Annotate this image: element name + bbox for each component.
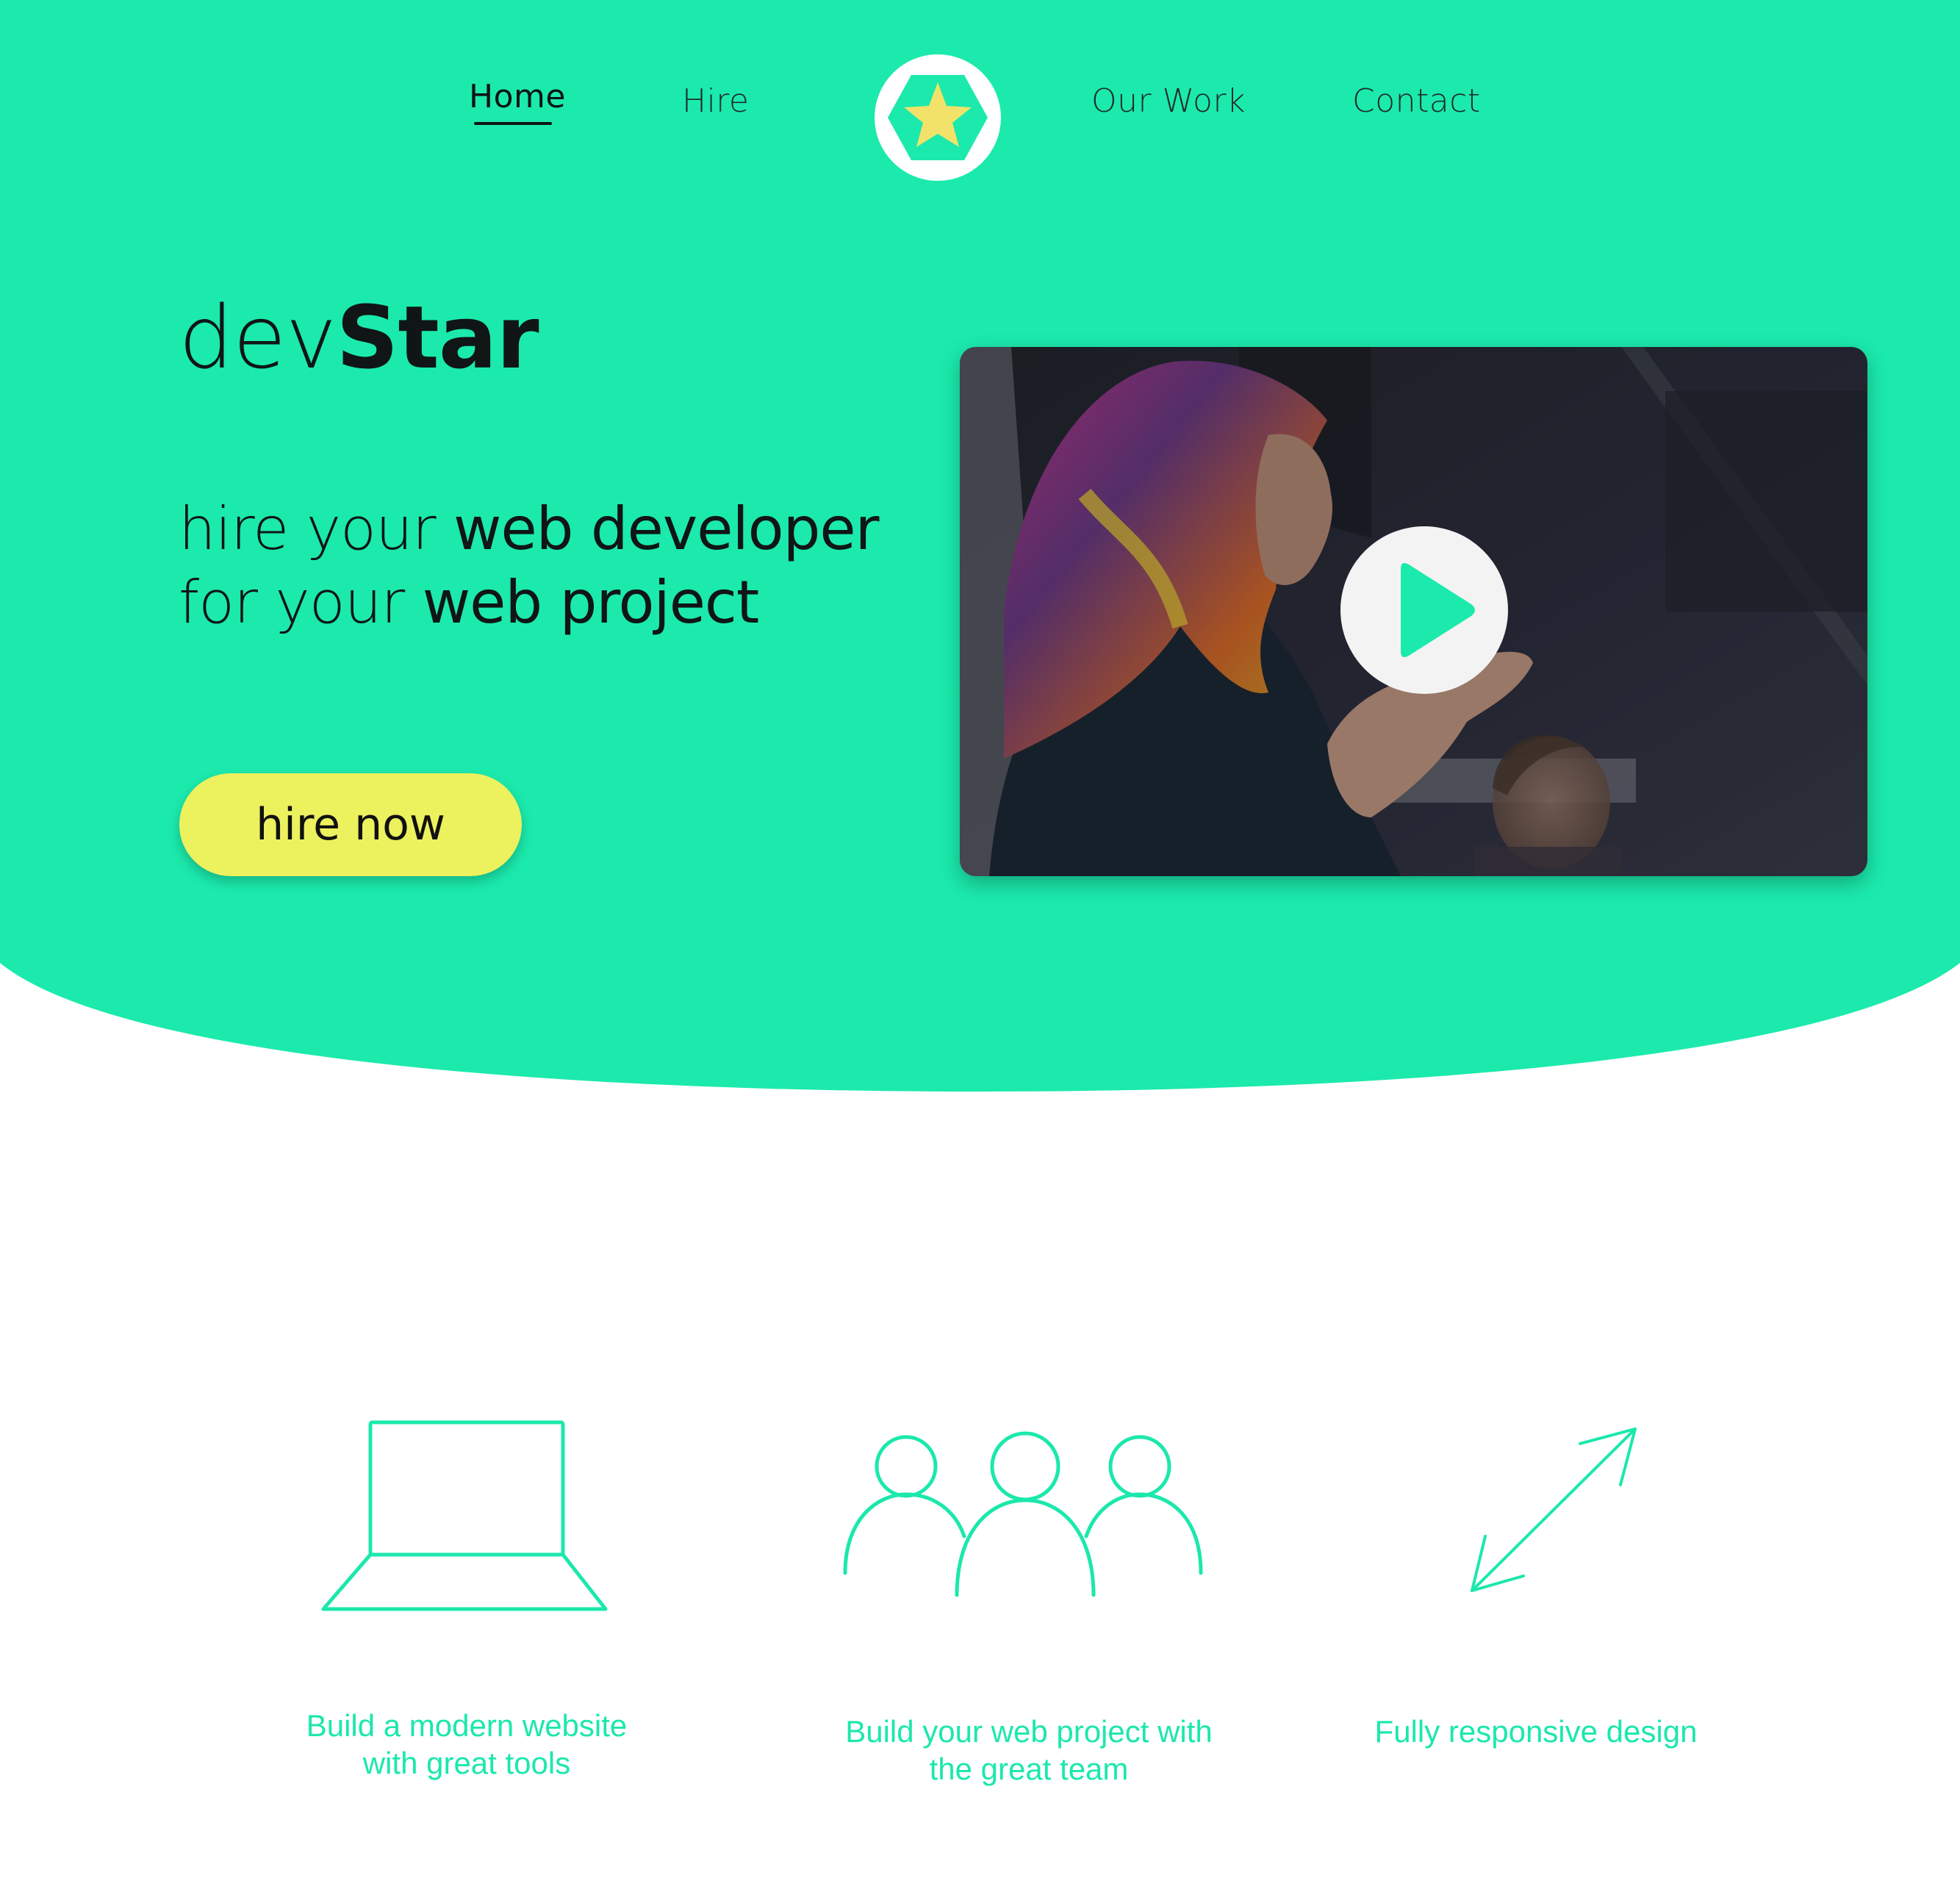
resize-arrows-icon	[1459, 1419, 1650, 1602]
brand-title: devStar	[179, 287, 539, 388]
nav-contact[interactable]: Contact	[1352, 82, 1481, 120]
active-nav-underline	[474, 122, 552, 125]
feature-text-tools: Build a modern website with great tools	[306, 1708, 628, 1780]
landing-page: Home Hire Our Work Contact devStar hire …	[0, 0, 1960, 1881]
tagline-line-2: for your web project	[179, 566, 879, 639]
main-nav: Home Hire Our Work Contact	[0, 0, 1960, 191]
tagline-line-1: hire your web developer	[179, 492, 880, 566]
nav-home[interactable]: Home	[469, 78, 566, 115]
hire-now-button[interactable]: hire now	[179, 773, 522, 876]
feature-text-team: Build your web project with the great te…	[845, 1714, 1213, 1786]
hexagon-star-icon[interactable]	[875, 54, 1001, 181]
brand-light: dev	[179, 287, 337, 388]
nav-our-work[interactable]: Our Work	[1091, 82, 1246, 120]
tagline-line-2-light: for your	[179, 568, 423, 637]
tagline-line-1-bold: web developer	[453, 495, 879, 563]
tagline-line-1-light: hire your	[179, 495, 454, 563]
team-icon	[838, 1430, 1205, 1606]
hero-tagline: hire your web developer for your web pro…	[179, 492, 880, 639]
brand-bold: Star	[336, 287, 539, 388]
nav-hire[interactable]: Hire	[682, 82, 750, 120]
feature-text-responsive: Fully responsive design	[1374, 1714, 1698, 1749]
laptop-icon	[316, 1415, 610, 1613]
play-icon[interactable]	[1340, 526, 1508, 694]
tagline-line-2-bold: web project	[422, 568, 760, 637]
